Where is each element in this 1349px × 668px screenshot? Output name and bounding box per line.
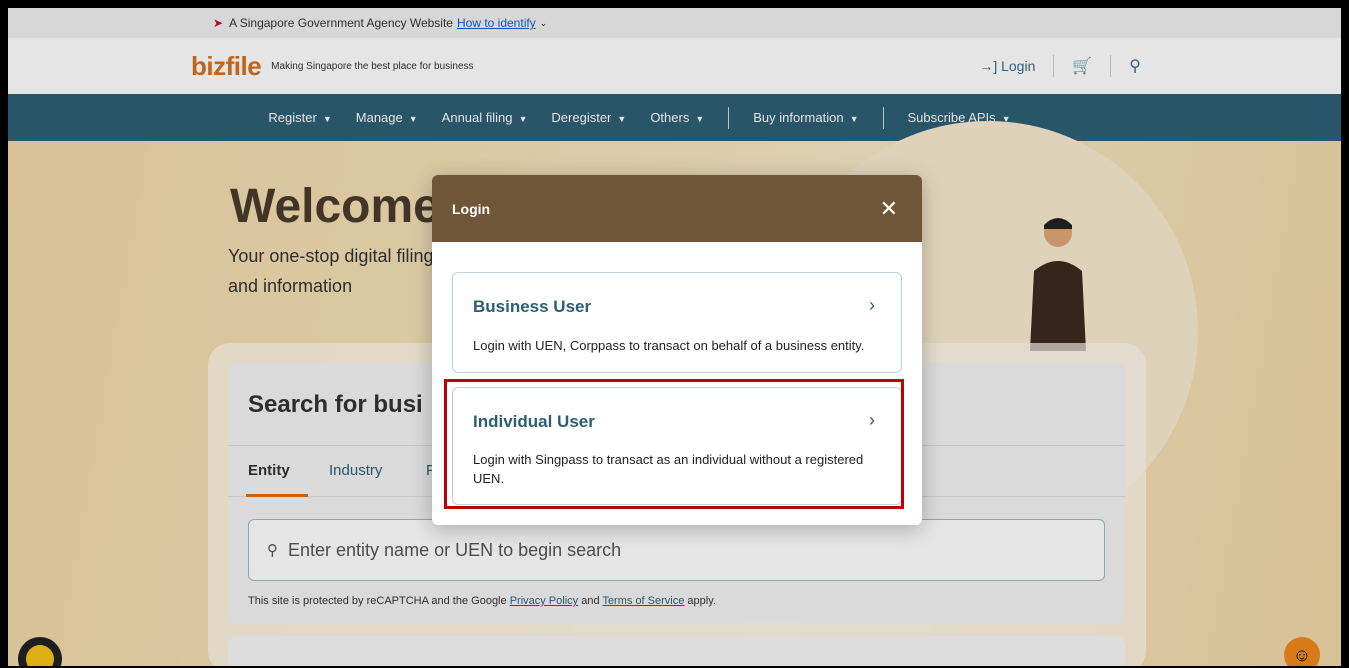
chevron-right-icon: › [869, 295, 875, 315]
modal-header: Login ✕ [432, 175, 922, 242]
option-title: Business User [473, 297, 592, 316]
browser-viewport: ➤ A Singapore Government Agency Website … [8, 8, 1341, 666]
close-icon[interactable]: ✕ [880, 196, 898, 222]
business-user-option[interactable]: Business User › Login with UEN, Corppass… [452, 272, 902, 373]
highlight-box [444, 379, 904, 509]
modal-title: Login [452, 200, 491, 217]
option-description: Login with UEN, Corppass to transact on … [473, 338, 865, 353]
